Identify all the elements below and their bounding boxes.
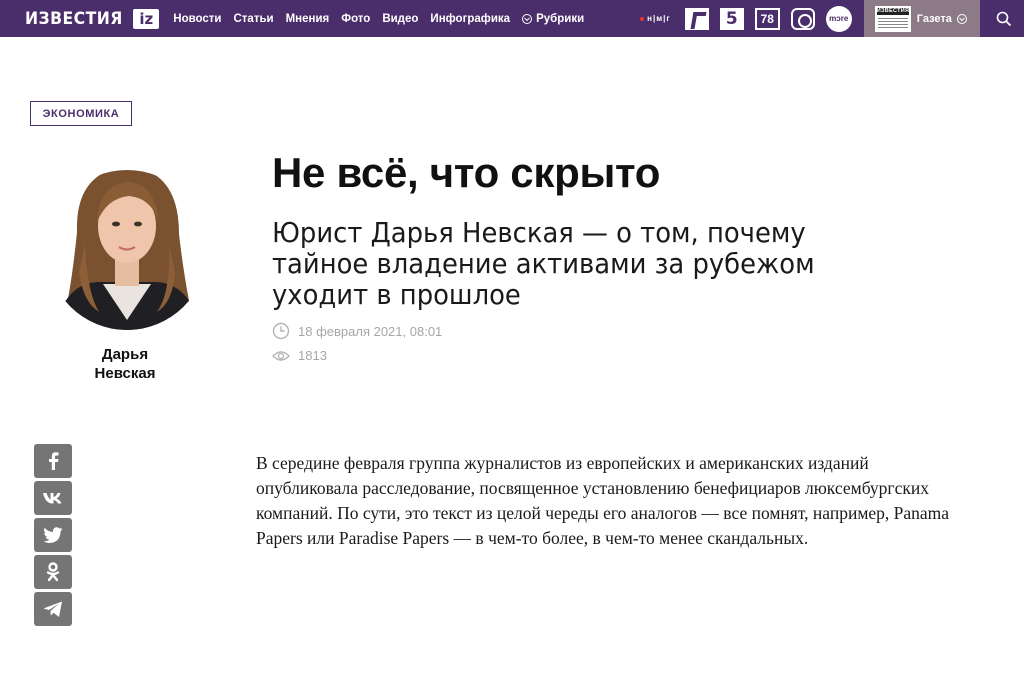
site-logo[interactable]: ИЗВЕСТИЯ iz <box>0 0 173 37</box>
logo-text: ИЗВЕСТИЯ <box>25 8 123 29</box>
search-button[interactable] <box>984 0 1024 37</box>
newspaper-masthead: ИЗВЕСТИЯ <box>876 7 910 15</box>
share-buttons <box>34 444 72 629</box>
odnoklassniki-icon <box>46 562 60 582</box>
share-twitter-button[interactable] <box>34 518 72 552</box>
twitter-icon <box>43 527 63 543</box>
share-facebook-button[interactable] <box>34 444 72 478</box>
ren-tv-logo[interactable] <box>684 7 709 30</box>
channel-5-logo[interactable]: 5 <box>719 7 744 30</box>
top-navigation-bar: ИЗВЕСТИЯ iz Новости Статьи Мнения Фото В… <box>0 0 1024 37</box>
chevron-down-icon <box>956 13 967 24</box>
rubric-tag[interactable]: ЭКОНОМИКА <box>30 101 132 126</box>
newspaper-icon: ИЗВЕСТИЯ <box>874 5 911 32</box>
nav-item-photo[interactable]: Фото <box>341 13 370 25</box>
nmg-logo[interactable]: н|м|г <box>640 14 671 23</box>
chevron-down-icon <box>522 13 533 24</box>
telegram-icon <box>43 601 62 617</box>
share-vk-button[interactable] <box>34 481 72 515</box>
view-count-text: 1813 <box>298 348 327 363</box>
share-telegram-button[interactable] <box>34 592 72 626</box>
nav-item-rubriki[interactable]: Рубрики <box>522 13 584 25</box>
author-name[interactable]: Дарья Невская <box>60 345 190 383</box>
search-icon <box>996 11 1011 26</box>
nav-item-video[interactable]: Видео <box>382 13 418 25</box>
main-nav: Новости Статьи Мнения Фото Видео Инфогра… <box>173 0 596 37</box>
partner-links: н|м|г 5 78 mɔre <box>640 0 864 37</box>
article-subtitle: Юрист Дарья Невская — о том, почему тайн… <box>272 217 815 311</box>
nav-item-news[interactable]: Новости <box>173 13 221 25</box>
nav-item-opinions[interactable]: Мнения <box>286 13 330 25</box>
publish-date: 18 февраля 2021, 08:01 <box>272 322 442 340</box>
gazeta-button[interactable]: ИЗВЕСТИЯ Газета <box>863 0 980 37</box>
gazeta-label: Газета <box>916 12 952 25</box>
facebook-icon <box>49 452 59 470</box>
nav-item-infographics[interactable]: Инфографика <box>430 13 510 25</box>
clock-icon <box>272 322 290 340</box>
view-count: 1813 <box>272 348 327 363</box>
nmg-label: н|м|г <box>647 14 671 23</box>
article-body-paragraph: В середине февраля группа журналистов из… <box>256 453 950 548</box>
rubriki-label: Рубрики <box>536 12 585 25</box>
share-odnoklassniki-button[interactable] <box>34 555 72 589</box>
more-tv-logo[interactable]: mɔre <box>825 5 852 32</box>
author-avatar[interactable] <box>47 152 207 332</box>
eye-icon <box>272 350 290 361</box>
nav-item-articles[interactable]: Статьи <box>233 13 273 25</box>
che-tv-logo[interactable] <box>790 7 815 30</box>
channel-78-logo[interactable]: 78 <box>754 7 780 30</box>
logo-badge: iz <box>133 8 160 29</box>
article-title: Не всё, что скрыто <box>272 149 661 196</box>
author-last-name: Невская <box>94 365 156 382</box>
author-first-name: Дарья <box>101 346 149 363</box>
publish-date-text: 18 февраля 2021, 08:01 <box>298 323 443 339</box>
red-dot-icon <box>640 16 645 21</box>
vk-icon <box>43 493 62 504</box>
